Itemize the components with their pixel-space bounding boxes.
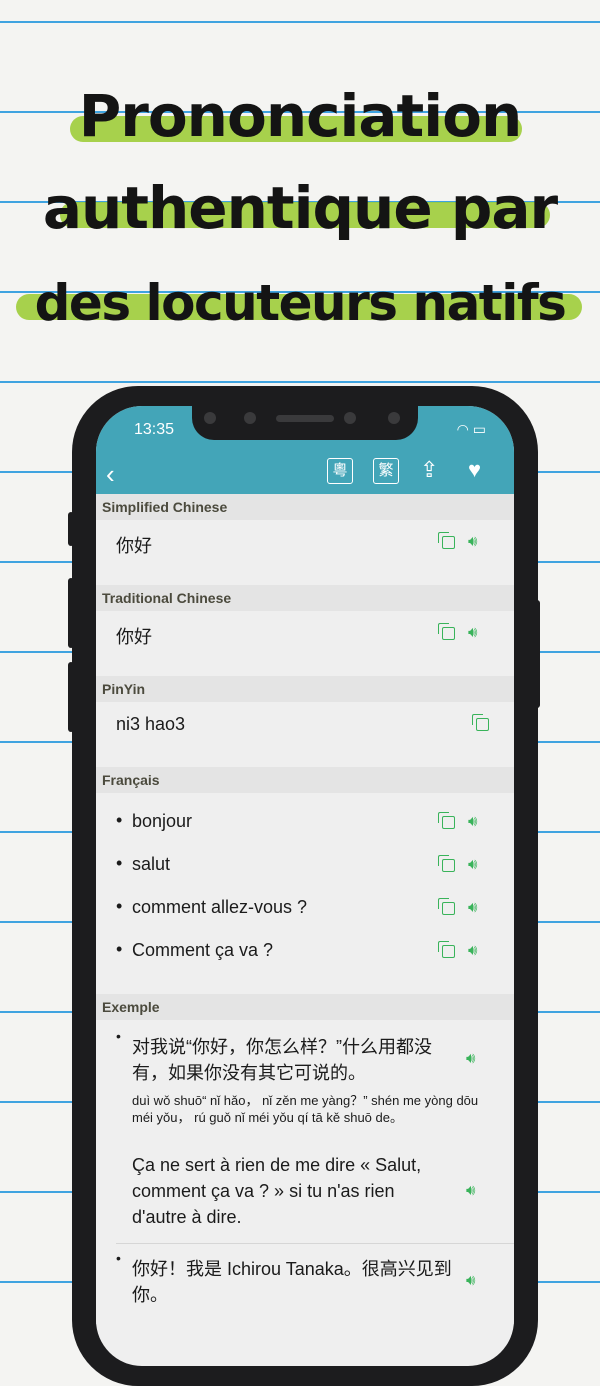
copy-icon[interactable] bbox=[438, 623, 455, 645]
sensor-icon bbox=[344, 412, 356, 424]
phone-side-button bbox=[534, 600, 540, 708]
speaker-icon[interactable]: 🔊︎ bbox=[468, 856, 477, 873]
copy-icon[interactable] bbox=[472, 714, 489, 736]
headline-line-2: authentique par bbox=[42, 174, 558, 242]
translation-item: • bonjour 🔊︎ bbox=[96, 800, 514, 843]
copy-icon[interactable] bbox=[438, 941, 455, 963]
camera-icon bbox=[204, 412, 216, 424]
section-header-simplified: Simplified Chinese bbox=[96, 494, 514, 520]
battery-icon: ▭ bbox=[472, 421, 486, 437]
bullet: • bbox=[116, 1250, 121, 1266]
copy-icon[interactable] bbox=[438, 812, 455, 834]
traditional-value: 你好 bbox=[116, 627, 152, 647]
example-french: Ça ne sert à rien de me dire « Salut, co… bbox=[132, 1155, 422, 1227]
translation-item: • comment allez-vous ? 🔊︎ bbox=[96, 886, 514, 929]
section-header-francais: Français bbox=[96, 767, 514, 793]
promo-headline: Prononciation authentique par des locute… bbox=[0, 70, 600, 346]
traditional-button[interactable]: 繁 bbox=[373, 458, 399, 484]
speaker-icon[interactable]: 🔊︎ bbox=[468, 624, 477, 641]
headline-line-1: Prononciation bbox=[0, 70, 600, 162]
bullet: • bbox=[116, 896, 123, 916]
phone-side-button bbox=[68, 662, 74, 732]
bullet: • bbox=[116, 810, 123, 830]
bullet: • bbox=[116, 853, 123, 873]
share-icon[interactable]: ⇪ bbox=[420, 458, 438, 482]
pinyin-row: ni3 hao3 bbox=[96, 702, 514, 767]
wifi-icon: ◠ bbox=[456, 421, 469, 437]
copy-icon[interactable] bbox=[438, 855, 455, 877]
example-pinyin: duì wǒ shuō“ nǐ hǎo， nǐ zěn me yàng？” sh… bbox=[132, 1093, 479, 1125]
translation-item: • Comment ça va ? 🔊︎ bbox=[96, 929, 514, 972]
cantonese-button[interactable]: 粵 bbox=[327, 458, 353, 484]
speaker-icon[interactable]: 🔊︎ bbox=[466, 1050, 475, 1067]
headline-line-3: des locuteurs natifs bbox=[0, 254, 600, 346]
status-time: 13:35 bbox=[134, 421, 175, 438]
heart-icon[interactable]: ♥ bbox=[468, 458, 481, 482]
example-item: • 你好！我是 Ichirou Tanaka。很高兴见到你。 🔊︎ bbox=[96, 1244, 514, 1324]
sensor-icon bbox=[244, 412, 256, 424]
speaker-icon[interactable]: 🔊︎ bbox=[468, 899, 477, 916]
translation-item: • salut 🔊︎ bbox=[96, 843, 514, 886]
notebook-rule bbox=[0, 381, 600, 383]
section-header-traditional: Traditional Chinese bbox=[96, 585, 514, 611]
section-header-exemple: Exemple bbox=[96, 994, 514, 1020]
status-icons: ◠ ▭ bbox=[457, 421, 486, 438]
speaker-icon[interactable]: 🔊︎ bbox=[468, 533, 477, 550]
app-screen: 13:35 ◠ ▭ ‹ 粵 繁 ⇪ ♥ Simplified Chinese 你… bbox=[96, 406, 514, 1366]
example-chinese: 你好！我是 Ichirou Tanaka。很高兴见到你。 bbox=[132, 1259, 452, 1305]
copy-icon[interactable] bbox=[438, 898, 455, 920]
simplified-value: 你好 bbox=[116, 536, 152, 556]
speaker-icon[interactable]: 🔊︎ bbox=[466, 1182, 475, 1199]
phone-side-button bbox=[68, 512, 74, 546]
speaker-icon[interactable]: 🔊︎ bbox=[468, 942, 477, 959]
bullet: • bbox=[116, 939, 123, 959]
phone-notch bbox=[192, 406, 418, 440]
speaker-icon[interactable]: 🔊︎ bbox=[466, 1272, 475, 1289]
example-item: • 对我说“你好，你怎么样？”什么用都没有，如果你没有其它可说的。 🔊︎ duì… bbox=[96, 1020, 514, 1244]
earpiece bbox=[276, 415, 334, 422]
pinyin-value: ni3 hao3 bbox=[116, 714, 186, 734]
bullet: • bbox=[116, 1028, 121, 1044]
phone-side-button bbox=[68, 578, 74, 648]
speaker-icon[interactable]: 🔊︎ bbox=[468, 813, 477, 830]
example-chinese: 对我说“你好，你怎么样？”什么用都没有，如果你没有其它可说的。 bbox=[132, 1037, 432, 1083]
traditional-row: 你好 🔊︎ bbox=[96, 611, 514, 676]
notebook-rule bbox=[0, 21, 600, 23]
app-navbar: 13:35 ◠ ▭ ‹ 粵 繁 ⇪ ♥ bbox=[96, 406, 514, 494]
copy-icon[interactable] bbox=[438, 532, 455, 554]
chevron-left-icon[interactable]: ‹ bbox=[106, 461, 115, 487]
entry-content: Simplified Chinese 你好 🔊︎ Traditional Chi… bbox=[96, 494, 514, 1324]
simplified-row: 你好 🔊︎ bbox=[96, 520, 514, 585]
section-header-pinyin: PinYin bbox=[96, 676, 514, 702]
camera-icon bbox=[388, 412, 400, 424]
